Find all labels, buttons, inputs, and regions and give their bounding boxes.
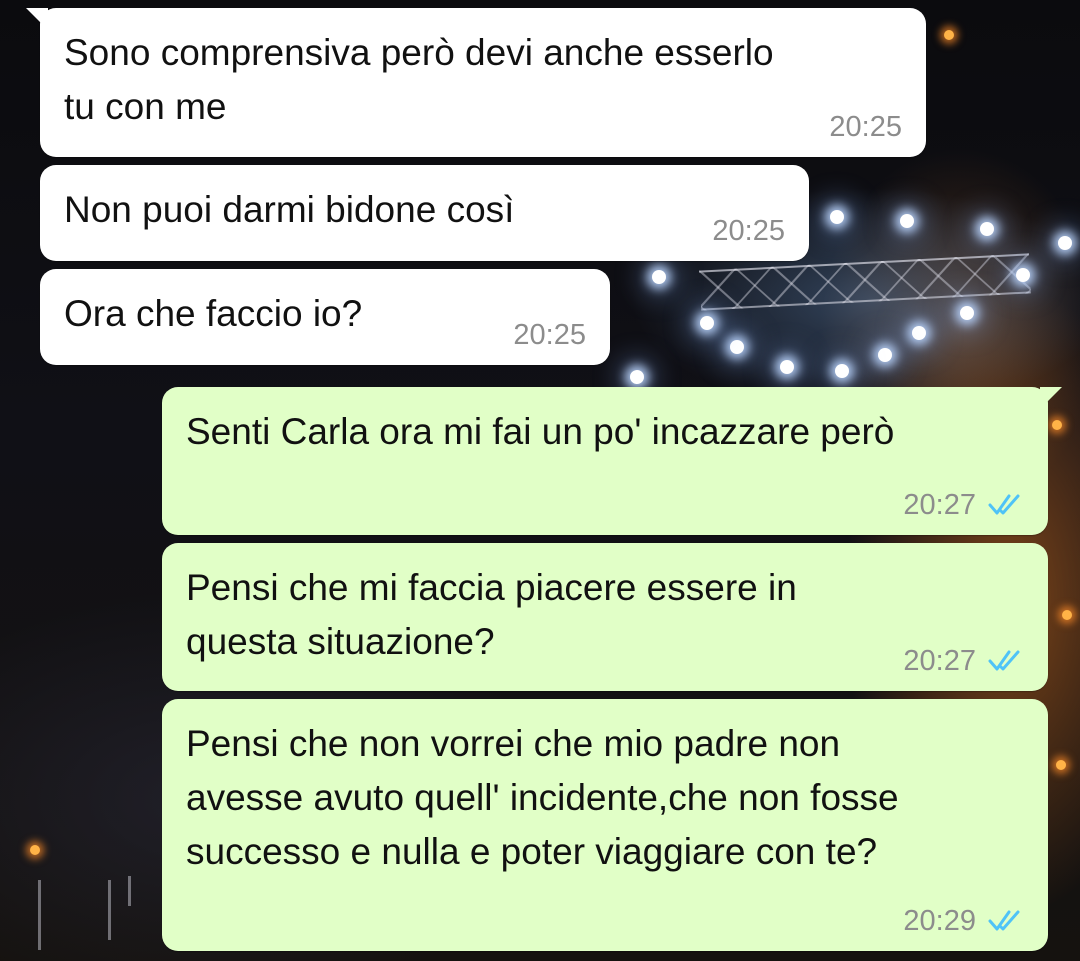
wallpaper-light bbox=[1062, 610, 1072, 620]
wallpaper-pole bbox=[108, 880, 111, 940]
message-meta: 20:25 bbox=[712, 215, 785, 247]
message-timestamp: 20:25 bbox=[829, 111, 902, 143]
message-text-line: Sono comprensiva però devi anche esserlo bbox=[64, 32, 774, 73]
message-text-line: Senti Carla ora mi fai un po' incazzare … bbox=[186, 411, 895, 452]
message-text: Pensi che mi faccia piacere essere in qu… bbox=[186, 561, 797, 669]
message-text: Senti Carla ora mi fai un po' incazzare … bbox=[186, 405, 894, 459]
message-text-line: avesse avuto quell' incidente,che non fo… bbox=[186, 777, 899, 818]
message-text-line: successo e nulla e poter viaggiare con t… bbox=[186, 831, 878, 872]
message-text: Non puoi darmi bidone così bbox=[64, 183, 514, 237]
wallpaper-light bbox=[652, 270, 666, 284]
wallpaper-light bbox=[912, 326, 926, 340]
incoming-message[interactable]: Non puoi darmi bidone così 20:25 bbox=[40, 165, 809, 261]
wallpaper-light bbox=[1058, 236, 1072, 250]
bubble-tail bbox=[26, 8, 48, 30]
message-meta: 20:25 bbox=[513, 319, 586, 351]
wallpaper-light bbox=[980, 222, 994, 236]
bubble-tail bbox=[1040, 387, 1062, 409]
double-check-read-icon bbox=[988, 494, 1020, 515]
message-text-line: Pensi che non vorrei che mio padre non bbox=[186, 723, 841, 764]
message-meta: 20:29 bbox=[903, 905, 1024, 937]
message-timestamp: 20:25 bbox=[513, 319, 586, 351]
message-timestamp: 20:29 bbox=[903, 905, 976, 937]
wallpaper-light bbox=[30, 845, 40, 855]
message-timestamp: 20:27 bbox=[903, 489, 976, 521]
message-timestamp: 20:27 bbox=[903, 645, 976, 677]
wallpaper-pole bbox=[128, 876, 131, 906]
wallpaper-pole bbox=[38, 880, 41, 950]
wallpaper-light bbox=[900, 214, 914, 228]
message-text-line: Non puoi darmi bidone così bbox=[64, 189, 515, 230]
wallpaper-light bbox=[835, 364, 849, 378]
message-text: Ora che faccio io? bbox=[64, 287, 362, 341]
message-text: Pensi che non vorrei che mio padre non a… bbox=[186, 717, 899, 879]
wallpaper-light bbox=[630, 370, 644, 384]
wallpaper-light bbox=[960, 306, 974, 320]
message-text-line: tu con me bbox=[64, 86, 227, 127]
message-timestamp: 20:25 bbox=[712, 215, 785, 247]
wallpaper-light bbox=[830, 210, 844, 224]
double-check-read-icon bbox=[988, 650, 1020, 671]
message-meta: 20:27 bbox=[903, 645, 1024, 677]
incoming-message[interactable]: Sono comprensiva però devi anche esserlo… bbox=[26, 8, 926, 157]
wallpaper-light bbox=[1016, 268, 1030, 282]
wallpaper-light bbox=[1056, 760, 1066, 770]
message-text-line: Pensi che mi faccia piacere essere in bbox=[186, 567, 797, 608]
wallpaper-light bbox=[944, 30, 954, 40]
message-text-line: Ora che faccio io? bbox=[64, 293, 363, 334]
message-meta: 20:25 bbox=[829, 111, 902, 143]
double-check-read-icon bbox=[988, 910, 1020, 931]
message-text-line: questa situazione? bbox=[186, 621, 495, 662]
wallpaper-light bbox=[1052, 420, 1062, 430]
wallpaper-light bbox=[878, 348, 892, 362]
wallpaper-light bbox=[780, 360, 794, 374]
wallpaper-stage-truss bbox=[699, 253, 1031, 311]
outgoing-message[interactable]: Pensi che mi faccia piacere essere in qu… bbox=[162, 543, 1048, 691]
incoming-message[interactable]: Ora che faccio io? 20:25 bbox=[40, 269, 610, 365]
outgoing-message[interactable]: Senti Carla ora mi fai un po' incazzare … bbox=[162, 387, 1062, 535]
outgoing-message[interactable]: Pensi che non vorrei che mio padre non a… bbox=[162, 699, 1048, 951]
message-meta: 20:27 bbox=[903, 489, 1024, 521]
message-text: Sono comprensiva però devi anche esserlo… bbox=[64, 26, 774, 134]
wallpaper-light bbox=[730, 340, 744, 354]
wallpaper-light bbox=[700, 316, 714, 330]
